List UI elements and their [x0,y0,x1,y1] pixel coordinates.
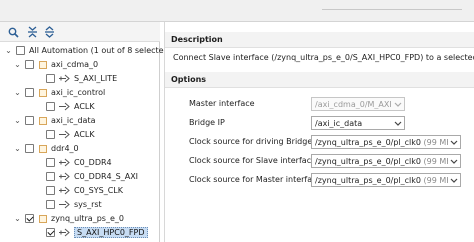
clock-slave-select[interactable]: /zynq_ultra_ps_e_0/pl_clk0 (99 MHz) [311,154,461,168]
bridge-ip-select[interactable]: /axi_ic_data [311,116,405,130]
tree-item-axi-cdma-0[interactable]: ⌄ axi_cdma_0 [13,58,98,71]
chevron-down-icon[interactable] [392,117,404,129]
clock-master-label: Clock source for Master interface [189,175,322,184]
clock-slave-freq: (99 MHz) [423,156,448,166]
window-top-strip [0,0,474,22]
clock-master-value: /zynq_ultra_ps_e_0/pl_clk0 [315,175,421,185]
tree-root-row[interactable]: ⌄ All Automation (1 out of 8 selected) [4,44,172,57]
chevron-down-icon [392,98,404,110]
clock-master-freq: (99 MHz) [423,175,448,185]
tree-item-label: zynq_ultra_ps_e_0 [51,214,124,223]
item-checkbox[interactable] [46,74,55,83]
collapse-arrow-icon[interactable]: ⌄ [4,46,13,55]
tree-item-label: axi_cdma_0 [51,60,99,69]
tree-item-label: axi_ic_data [51,116,96,125]
clock-master-select[interactable]: /zynq_ultra_ps_e_0/pl_clk0 (99 MHz) [311,173,461,187]
item-checkbox[interactable] [46,130,55,139]
interface-pin-icon [59,74,71,83]
tree-item-label: C0_DDR4 [74,158,112,167]
clock-bridge-value: /zynq_ultra_ps_e_0/pl_clk0 [315,137,421,147]
ip-block-icon [38,214,48,224]
tree-item-s-axi-lite[interactable]: S_AXI_LITE [46,72,117,85]
top-divider [322,9,462,10]
item-checkbox[interactable] [25,214,34,223]
collapse-arrow-icon[interactable]: ⌄ [13,214,22,223]
tree-item-c0-ddr4-s-axi[interactable]: C0_DDR4_S_AXI [46,170,138,183]
master-interface-select: /axi_cdma_0/M_AXI [311,97,405,111]
tree-item-c0-ddr4[interactable]: C0_DDR4 [46,156,112,169]
interface-pin-icon [59,172,71,181]
item-checkbox[interactable] [25,60,34,69]
tree-item-label: ACLK [74,130,95,139]
clock-pin-icon [59,130,71,139]
tree-item-label: S_AXI_LITE [74,74,118,83]
item-checkbox[interactable] [46,102,55,111]
tree-item-sys-rst[interactable]: sys_rst [46,198,102,211]
interface-pin-icon [59,186,71,195]
tree-item-label: C0_DDR4_S_AXI [74,172,139,181]
clock-pin-icon [59,102,71,111]
ip-block-icon [38,88,48,98]
collapse-all-icon[interactable] [25,25,39,39]
tree-item-label: ACLK [74,102,95,111]
master-interface-value: /axi_cdma_0/M_AXI [315,99,392,109]
chevron-down-icon[interactable] [448,155,460,167]
tree-item-label: S_AXI_HPC0_FPD [74,227,148,238]
root-checkbox[interactable] [16,46,25,55]
tree-item-c0-sys-clk[interactable]: C0_SYS_CLK [46,184,123,197]
collapse-arrow-icon[interactable]: ⌄ [13,88,22,97]
options-heading: Options [165,72,474,88]
item-checkbox[interactable] [46,228,55,237]
collapse-arrow-icon[interactable]: ⌄ [13,144,22,153]
tree-item-label: C0_SYS_CLK [74,186,124,195]
tree-item-label: axi_ic_control [51,88,106,97]
tree-item-aclk[interactable]: ACLK [46,128,95,141]
tree-item-ddr4-0[interactable]: ⌄ ddr4_0 [13,142,79,155]
tree-item-label: ddr4_0 [51,144,79,153]
ip-block-icon [38,116,48,126]
clock-bridge-label: Clock source for driving Bridge IP [189,137,322,146]
tree-item-zynq-ultra-ps-e-0[interactable]: ⌄ zynq_ultra_ps_e_0 [13,212,124,225]
chevron-down-icon[interactable] [448,136,460,148]
clock-slave-label: Clock source for Slave interface [189,156,317,165]
interface-pin-icon [59,228,71,237]
item-checkbox[interactable] [46,200,55,209]
master-interface-label: Master interface [189,99,255,108]
clock-slave-value: /zynq_ultra_ps_e_0/pl_clk0 [315,156,421,166]
tree-item-axi-ic-control[interactable]: ⌄ axi_ic_control [13,86,105,99]
tree-root-label: All Automation (1 out of 8 selected) [29,46,172,55]
description-heading: Description [165,32,474,48]
tree-toolbar [0,22,160,42]
item-checkbox[interactable] [25,144,34,153]
item-checkbox[interactable] [46,158,55,167]
description-text: Connect Slave interface (/zynq_ultra_ps_… [173,53,474,62]
reset-pin-icon [59,200,71,209]
collapse-arrow-icon[interactable]: ⌄ [13,116,22,125]
item-checkbox[interactable] [46,172,55,181]
interface-pin-icon [59,158,71,167]
options-pane: Description Connect Slave interface (/zy… [164,22,474,242]
chevron-down-icon[interactable] [448,174,460,186]
item-checkbox[interactable] [25,116,34,125]
tree-item-aclk[interactable]: ACLK [46,100,95,113]
clock-bridge-freq: (99 MHz) [423,137,448,147]
automation-tree-pane: ⌄ All Automation (1 out of 8 selected) ⌄… [0,22,172,242]
clock-bridge-select[interactable]: /zynq_ultra_ps_e_0/pl_clk0 (99 MHz) [311,135,461,149]
tree-item-s-axi-hpc0-fpd[interactable]: S_AXI_HPC0_FPD [46,226,148,239]
item-checkbox[interactable] [25,88,34,97]
item-checkbox[interactable] [46,186,55,195]
expand-all-icon[interactable] [42,25,56,39]
bridge-ip-value: /axi_ic_data [315,118,363,128]
search-icon[interactable] [6,25,20,39]
collapse-arrow-icon[interactable]: ⌄ [13,60,22,69]
tree-item-axi-ic-data[interactable]: ⌄ axi_ic_data [13,114,96,127]
bridge-ip-label: Bridge IP [189,118,225,127]
ip-block-icon [38,60,48,70]
ip-block-icon [38,144,48,154]
tree-item-label: sys_rst [74,200,102,209]
